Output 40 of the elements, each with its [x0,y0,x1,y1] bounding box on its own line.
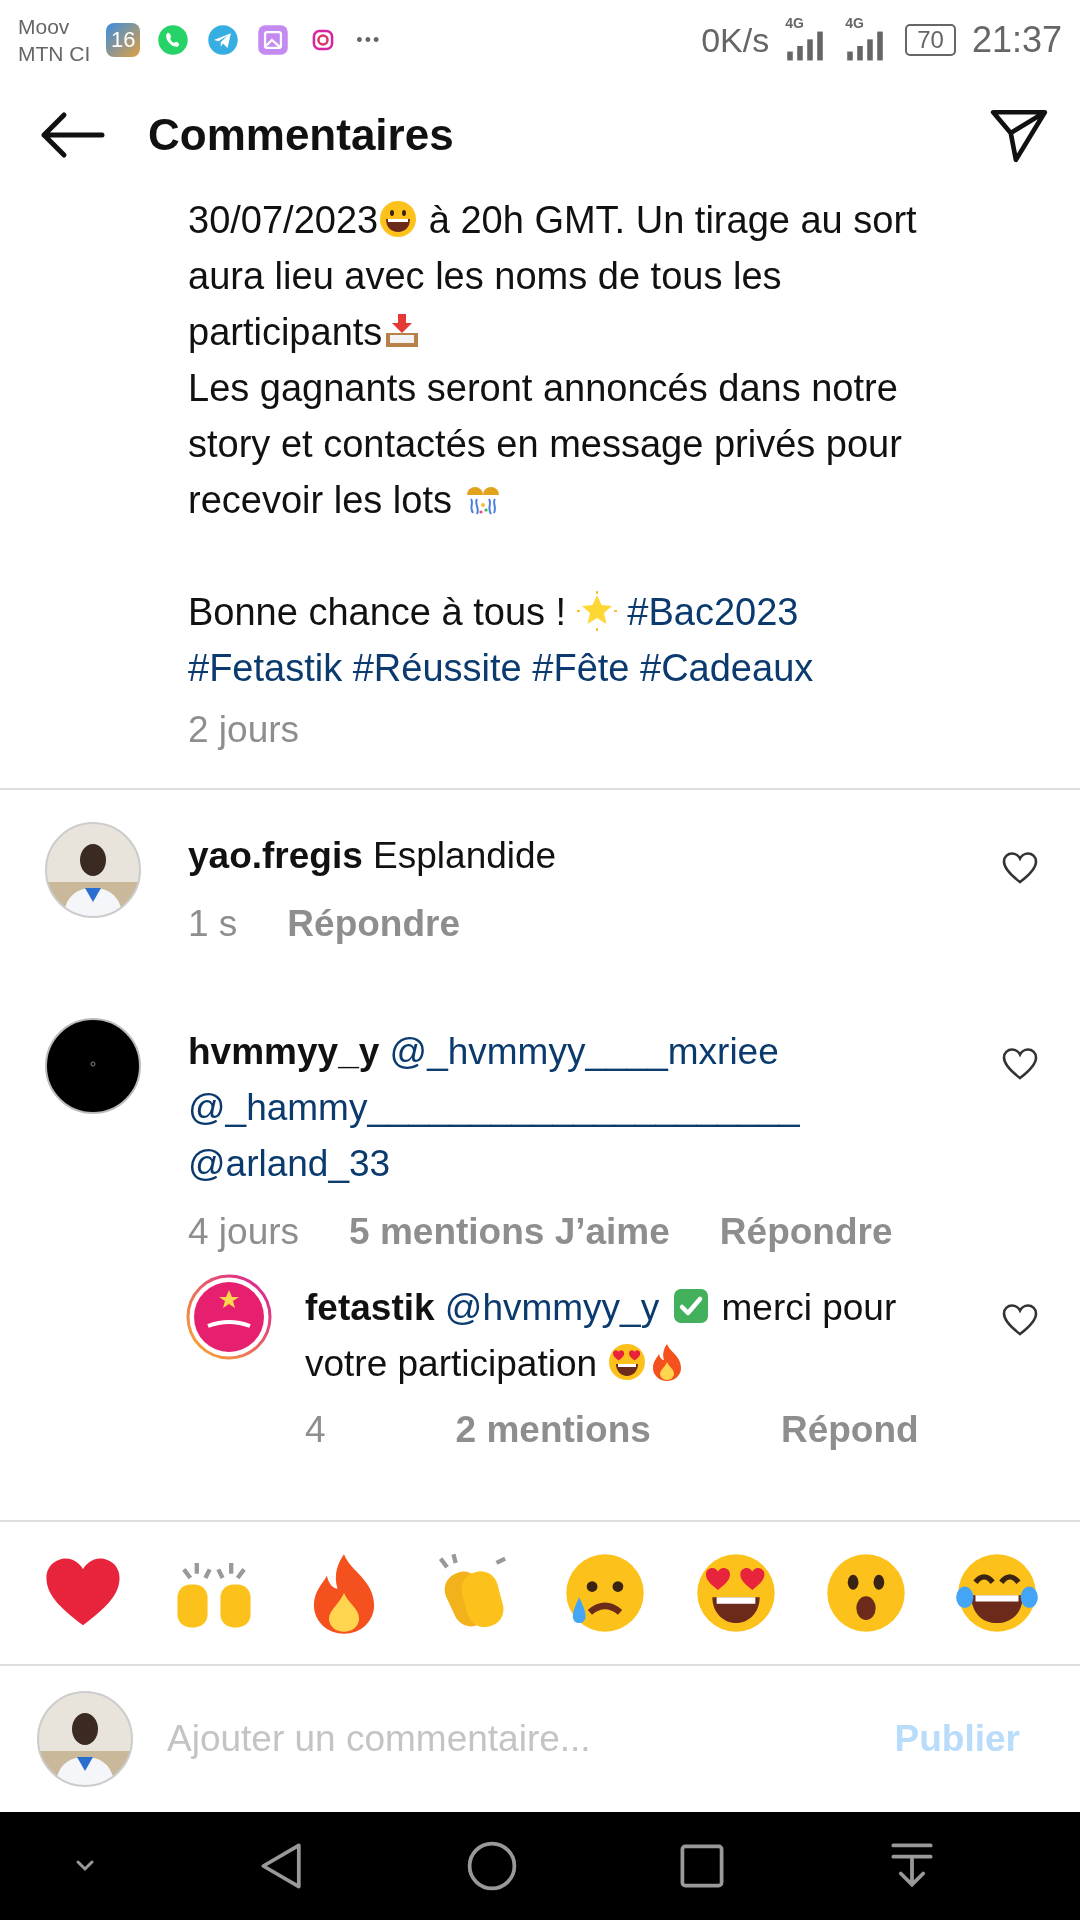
comment-time: 4 [305,1408,326,1452]
clock: 21:37 [971,19,1062,61]
chat-app-icon [156,23,191,57]
hashtag-link[interactable]: #Fête [532,647,630,689]
caption-text: Les gagnants seront annoncés dans notre story et contactés en message privés pour recevoir les lots [188,366,903,523]
battery-indicator: 70 [905,24,956,56]
username-link[interactable]: hvmmyy_y [188,1031,380,1072]
glowing-star-icon [576,591,617,631]
more-notifications-icon: ••• [356,29,382,51]
hashtag-link[interactable]: #Fetastik [188,647,343,689]
carrier-name: MTN CI [18,41,91,67]
mention-link[interactable]: @_hvmmyy____mxriee [389,1031,779,1072]
network-type: 4G [845,15,864,31]
mention-link[interactable]: @_hammy_____________________ [188,1087,800,1128]
signal-icon [845,29,886,63]
calendar-app-icon: 16 [106,23,141,57]
mention-link[interactable]: @hvmmyy_y [444,1287,660,1328]
caption-text: Bonne chance à tous ! #Bac2023 #Fetastik #Réussite #Fête #Cadeaux [188,590,815,691]
paper-plane-app-icon [206,23,241,57]
grinning-face-icon [378,199,419,239]
comment-text: yao.fregis Esplandide [188,834,558,878]
username-link[interactable]: yao.fregis [188,835,363,876]
mention-link[interactable]: @arland_33 [188,1143,391,1184]
comment-time: 1 s [188,902,238,946]
carrier-name: Moov [18,14,71,40]
post-time: 2 jours [188,708,301,752]
heart-eyes-face-icon [607,1342,648,1382]
page-title: Commentaires [148,110,454,160]
network-type: 4G [785,15,804,31]
signal-icon [785,29,826,63]
comment-input[interactable]: Ajouter un commentaire... [165,1717,895,1761]
hashtag-link[interactable]: #Cadeaux [640,647,814,689]
comment-text: fetastik @hvmmyy_y merci pour votre participation [305,1285,898,1386]
username-link[interactable]: fetastik [305,1287,435,1328]
caption-text: 30/07/2023 à 20h GMT. Un tirage au sort aura lieu avec les noms de tous les participants [188,198,918,355]
network-speed: 0K/s [701,20,770,60]
hashtag-link[interactable]: #Bac2023 [627,591,799,633]
hashtag-link[interactable]: #Réussite [352,647,522,689]
gallery-app-icon [256,23,291,57]
comment-time: 4 jours [188,1210,300,1254]
